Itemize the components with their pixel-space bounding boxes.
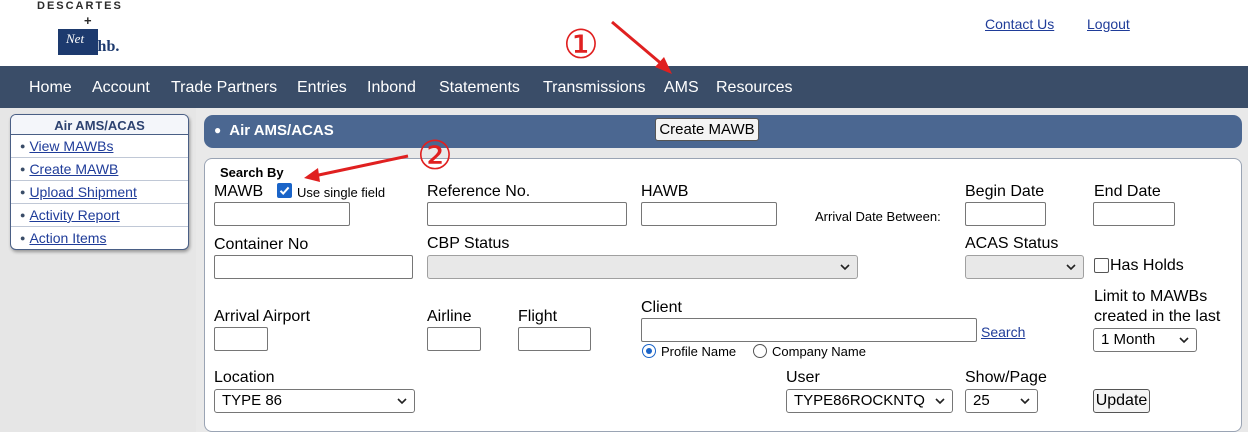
radio-unselected-icon[interactable] [753, 344, 767, 358]
use-single-field-label: Use single field [297, 185, 386, 200]
bullet-icon: ● [20, 233, 26, 243]
flight-label: Flight [518, 308, 558, 325]
cbp-status-select[interactable] [427, 255, 858, 279]
limit-period-value: 1 Month [1101, 331, 1156, 348]
nav-trade-partners[interactable]: Trade Partners [171, 79, 277, 97]
hawb-input[interactable] [641, 202, 777, 226]
chevron-down-icon [840, 264, 850, 271]
user-label: User [786, 369, 820, 386]
section-title-text: Air AMS/ACAS [229, 122, 334, 139]
radio-selected-icon[interactable] [642, 344, 656, 358]
client-input[interactable] [641, 318, 977, 342]
acas-status-select[interactable] [965, 255, 1084, 279]
logo-chb-text: Chb. [86, 38, 120, 55]
arrow-annotation-icon [304, 154, 409, 182]
profile-name-label: Profile Name [661, 344, 737, 359]
nav-statements[interactable]: Statements [439, 79, 520, 97]
end-date-input[interactable] [1093, 202, 1175, 226]
nav-inbond[interactable]: Inbond [367, 79, 416, 97]
company-name-label: Company Name [772, 344, 866, 359]
acas-status-label: ACAS Status [965, 235, 1059, 252]
airline-label: Airline [427, 308, 472, 325]
has-holds-checkbox[interactable] [1094, 258, 1109, 273]
sidebar-title: Air AMS/ACAS [11, 115, 188, 135]
nav-ams[interactable]: AMS [664, 79, 699, 97]
sidebar-item-label[interactable]: Upload Shipment [29, 184, 136, 200]
nav-resources[interactable]: Resources [716, 79, 792, 97]
chevron-down-icon [1066, 264, 1076, 271]
annotation-number-1: ① [563, 22, 599, 68]
flight-input[interactable] [518, 327, 591, 351]
update-button[interactable]: Update [1093, 389, 1150, 413]
container-no-input[interactable] [214, 255, 413, 279]
arrival-airport-label: Arrival Airport [214, 308, 311, 325]
hawb-label: HAWB [641, 183, 689, 200]
netchb-logo: Net Chb. [48, 28, 132, 58]
nav-transmissions[interactable]: Transmissions [543, 79, 646, 97]
client-label: Client [641, 299, 682, 316]
create-mawb-button[interactable]: Create MAWB [655, 118, 759, 141]
section-title: ● Air AMS/ACAS [214, 122, 334, 139]
sidebar-item-create-mawb[interactable]: ● Create MAWB [11, 158, 188, 181]
end-date-label: End Date [1094, 183, 1161, 200]
logo-plus-text: + [84, 13, 92, 28]
user-value: TYPE86ROCKNTQ [794, 392, 925, 409]
sidebar-item-activity-report[interactable]: ● Activity Report [11, 204, 188, 227]
nav-account[interactable]: Account [92, 79, 150, 97]
begin-date-input[interactable] [965, 202, 1046, 226]
show-page-value: 25 [973, 392, 990, 409]
show-page-label: Show/Page [965, 369, 1047, 386]
logout-link[interactable]: Logout [1087, 16, 1130, 32]
checkbox-checked-icon[interactable] [277, 183, 292, 198]
limit-period-select[interactable]: 1 Month [1093, 328, 1197, 352]
reference-no-label: Reference No. [427, 183, 531, 200]
sidebar-item-label[interactable]: Activity Report [29, 207, 119, 223]
sidebar-menu: Air AMS/ACAS ● View MAWBs ● Create MAWB ● U… [10, 114, 189, 250]
arrival-date-between-label: Arrival Date Between: [815, 209, 941, 224]
sidebar-item-view-mawbs[interactable]: ● View MAWBs [11, 135, 188, 158]
airline-input[interactable] [427, 327, 481, 351]
chevron-down-icon [1179, 337, 1189, 344]
search-legend: Search By [214, 163, 308, 183]
contact-us-link[interactable]: Contact Us [985, 16, 1054, 32]
arrival-airport-input[interactable] [214, 327, 268, 351]
bullet-icon: ● [20, 187, 26, 197]
location-select[interactable]: TYPE 86 [214, 389, 415, 413]
sidebar-item-label[interactable]: Action Items [29, 230, 106, 246]
bullet-icon: ● [20, 210, 26, 220]
location-value: TYPE 86 [222, 392, 283, 409]
chevron-down-icon [935, 398, 945, 405]
bullet-icon: ● [20, 164, 26, 174]
mawb-input[interactable] [214, 202, 350, 226]
limit-label-line2: created in the last [1094, 308, 1221, 325]
logo-descartes-text: DESCARTES [37, 0, 123, 12]
begin-date-label: Begin Date [965, 183, 1045, 200]
nav-home[interactable]: Home [29, 79, 72, 97]
bullet-icon: ● [20, 141, 26, 151]
user-select[interactable]: TYPE86ROCKNTQ [786, 389, 953, 413]
location-label: Location [214, 369, 275, 386]
show-page-select[interactable]: 25 [965, 389, 1038, 413]
nav-entries[interactable]: Entries [297, 79, 347, 97]
client-search-link[interactable]: Search [981, 324, 1025, 340]
bullet-icon: ● [214, 123, 222, 137]
annotation-number-2: ② [417, 133, 453, 179]
sidebar-item-label[interactable]: Create MAWB [29, 161, 118, 177]
sidebar-item-action-items[interactable]: ● Action Items [11, 227, 188, 249]
reference-no-input[interactable] [427, 202, 627, 226]
mawb-label: MAWB [214, 183, 264, 200]
chevron-down-icon [1020, 398, 1030, 405]
sidebar-item-upload-shipment[interactable]: ● Upload Shipment [11, 181, 188, 204]
cbp-status-label: CBP Status [427, 235, 510, 252]
limit-label-line1: Limit to MAWBs [1094, 288, 1208, 305]
has-holds-label: Has Holds [1110, 257, 1184, 274]
chevron-down-icon [397, 398, 407, 405]
container-no-label: Container No [214, 236, 309, 253]
arrow-annotation-icon [611, 20, 672, 74]
sidebar-item-label[interactable]: View MAWBs [29, 138, 113, 154]
